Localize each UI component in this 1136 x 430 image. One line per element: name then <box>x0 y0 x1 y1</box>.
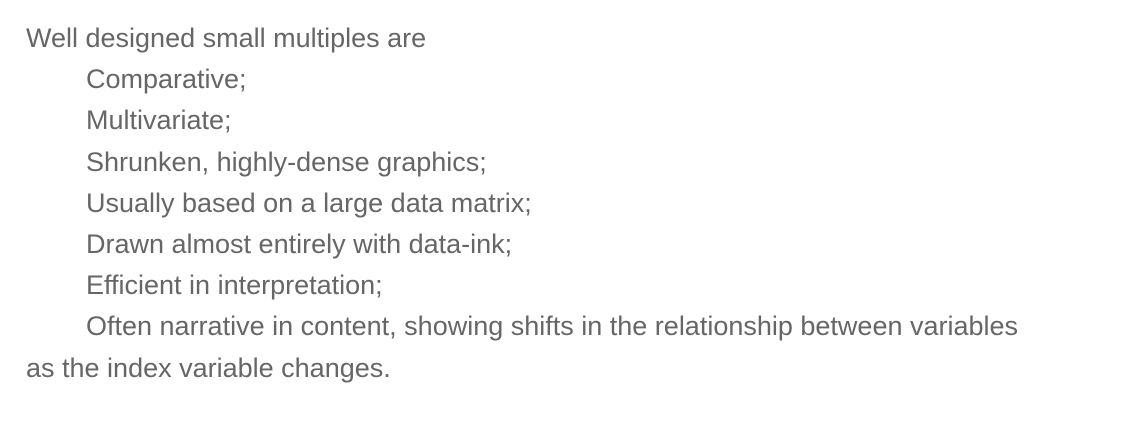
document-body: Well designed small multiples are Compar… <box>26 18 1126 389</box>
list-item-narrative-continuation: as the index variable changes. <box>26 352 391 383</box>
intro-text: Well designed small multiples are <box>26 23 427 53</box>
list-item-data-ink: Drawn almost entirely with data-ink; <box>86 229 513 260</box>
list-item-shrunken: Shrunken, highly-dense graphics; <box>86 146 487 177</box>
list-item-narrative: Often narrative in content, showing shif… <box>86 311 1019 342</box>
list-item-comparative: Comparative; <box>86 64 247 95</box>
list-item-data-matrix: Usually based on a large data matrix; <box>86 187 532 218</box>
list-item-efficient: Efficient in interpretation; <box>86 270 383 301</box>
list-item-multivariate: Multivariate; <box>86 105 232 136</box>
